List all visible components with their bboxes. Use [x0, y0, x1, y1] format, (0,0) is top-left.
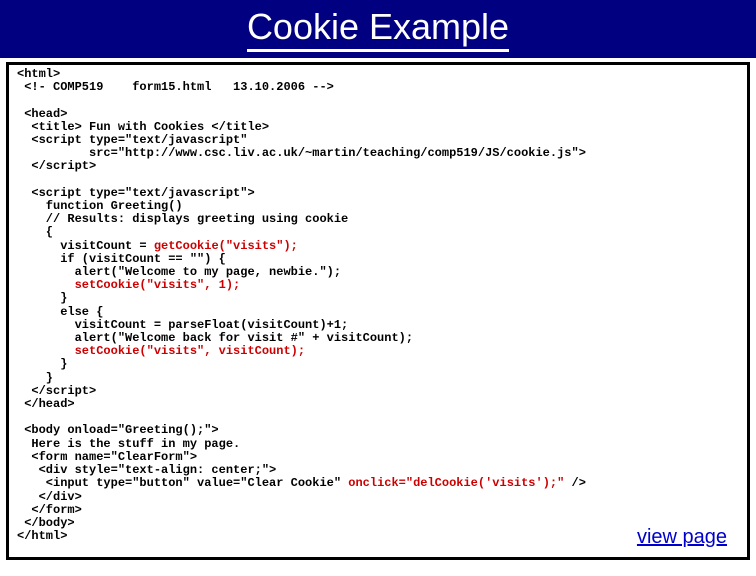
code-line: </body>	[17, 516, 75, 530]
code-line: {	[17, 225, 53, 239]
code-line: <html>	[17, 67, 60, 81]
code-line: <title> Fun with Cookies </title>	[17, 120, 269, 134]
code-line	[17, 278, 75, 292]
code-line: visitCount = parseFloat(visitCount)+1;	[17, 318, 348, 332]
code-line: </head>	[17, 397, 75, 411]
code-getcookie: getCookie("visits");	[154, 239, 298, 253]
code-line: if (visitCount == "") {	[17, 252, 226, 266]
code-line: <div style="text-align: center;">	[17, 463, 276, 477]
code-line: alert("Welcome back for visit #" + visit…	[17, 331, 413, 345]
code-line: }	[17, 371, 53, 385]
code-delcookie: onclick="delCookie('visits');"	[348, 476, 564, 490]
code-line: <body onload="Greeting();">	[17, 423, 219, 437]
code-setcookie: setCookie("visits", visitCount);	[75, 344, 305, 358]
code-block: <html> <!- COMP519 form15.html 13.10.200…	[17, 68, 739, 543]
code-line: }	[17, 357, 67, 371]
code-line: else {	[17, 305, 103, 319]
code-line: alert("Welcome to my page, newbie.");	[17, 265, 341, 279]
code-line: <input type="button" value="Clear Cookie…	[17, 476, 348, 490]
code-line: <!- COMP519 form15.html 13.10.2006 -->	[17, 80, 334, 94]
code-line: src="http://www.csc.liv.ac.uk/~martin/te…	[17, 146, 586, 160]
code-line: </script>	[17, 159, 96, 173]
code-line: <script type="text/javascript">	[17, 186, 255, 200]
code-line: </form>	[17, 503, 82, 517]
code-line: visitCount =	[17, 239, 154, 253]
code-line: <form name="ClearForm">	[17, 450, 197, 464]
code-line: />	[564, 476, 586, 490]
view-page-link[interactable]: view page	[637, 526, 727, 549]
code-line: function Greeting()	[17, 199, 183, 213]
code-line	[17, 344, 75, 358]
code-line: </html>	[17, 529, 67, 543]
title-text: Cookie Example	[247, 6, 509, 52]
code-line: <script type="text/javascript"	[17, 133, 247, 147]
code-line: Here is the stuff in my page.	[17, 437, 240, 451]
code-line: </script>	[17, 384, 96, 398]
code-line: // Results: displays greeting using cook…	[17, 212, 348, 226]
code-frame: <html> <!- COMP519 form15.html 13.10.200…	[6, 62, 750, 560]
slide-title: Cookie Example	[0, 0, 756, 58]
code-setcookie: setCookie("visits", 1);	[75, 278, 241, 292]
code-line: <head>	[17, 107, 67, 121]
code-line: }	[17, 291, 67, 305]
code-line: </div>	[17, 490, 82, 504]
